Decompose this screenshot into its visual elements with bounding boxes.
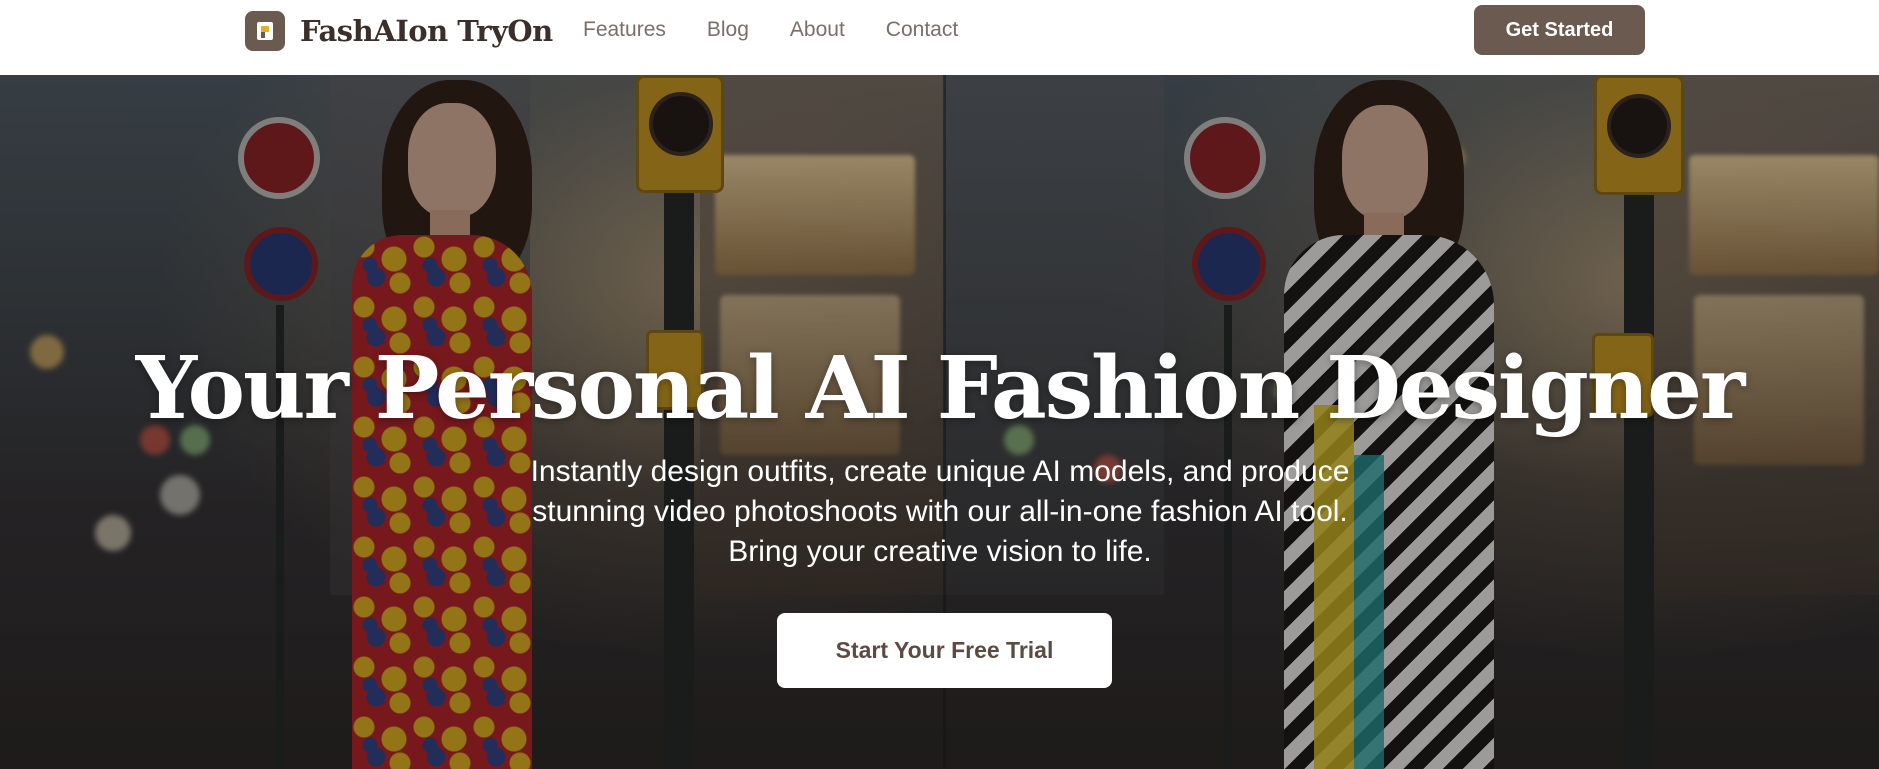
nav-links: Features Blog About Contact <box>583 17 958 43</box>
brand[interactable]: FashAIon TryOn <box>245 10 553 51</box>
hero-subtitle-line: Bring your creative vision to life. <box>728 535 1152 568</box>
hero-subtitle-line: Instantly design outfits, create unique … <box>530 455 1350 488</box>
hero-subtitle-line: stunning video photoshoots with our all-… <box>532 495 1348 528</box>
get-started-button[interactable]: Get Started <box>1474 5 1645 55</box>
brand-logo-icon <box>245 10 285 51</box>
brand-name: FashAIon TryOn <box>300 13 553 48</box>
top-navigation: FashAIon TryOn Features Blog About Conta… <box>0 0 1879 75</box>
nav-link-about[interactable]: About <box>790 17 845 43</box>
hero-title: Your Personal AI Fashion Designer <box>135 338 1746 439</box>
hero-subtitle: Instantly design outfits, create unique … <box>490 452 1390 572</box>
nav-link-features[interactable]: Features <box>583 17 666 43</box>
nav-link-contact[interactable]: Contact <box>886 17 958 43</box>
start-free-trial-button[interactable]: Start Your Free Trial <box>777 613 1112 688</box>
nav-link-blog[interactable]: Blog <box>707 17 749 43</box>
hero-section: Your Personal AI Fashion Designer Instan… <box>0 75 1879 769</box>
